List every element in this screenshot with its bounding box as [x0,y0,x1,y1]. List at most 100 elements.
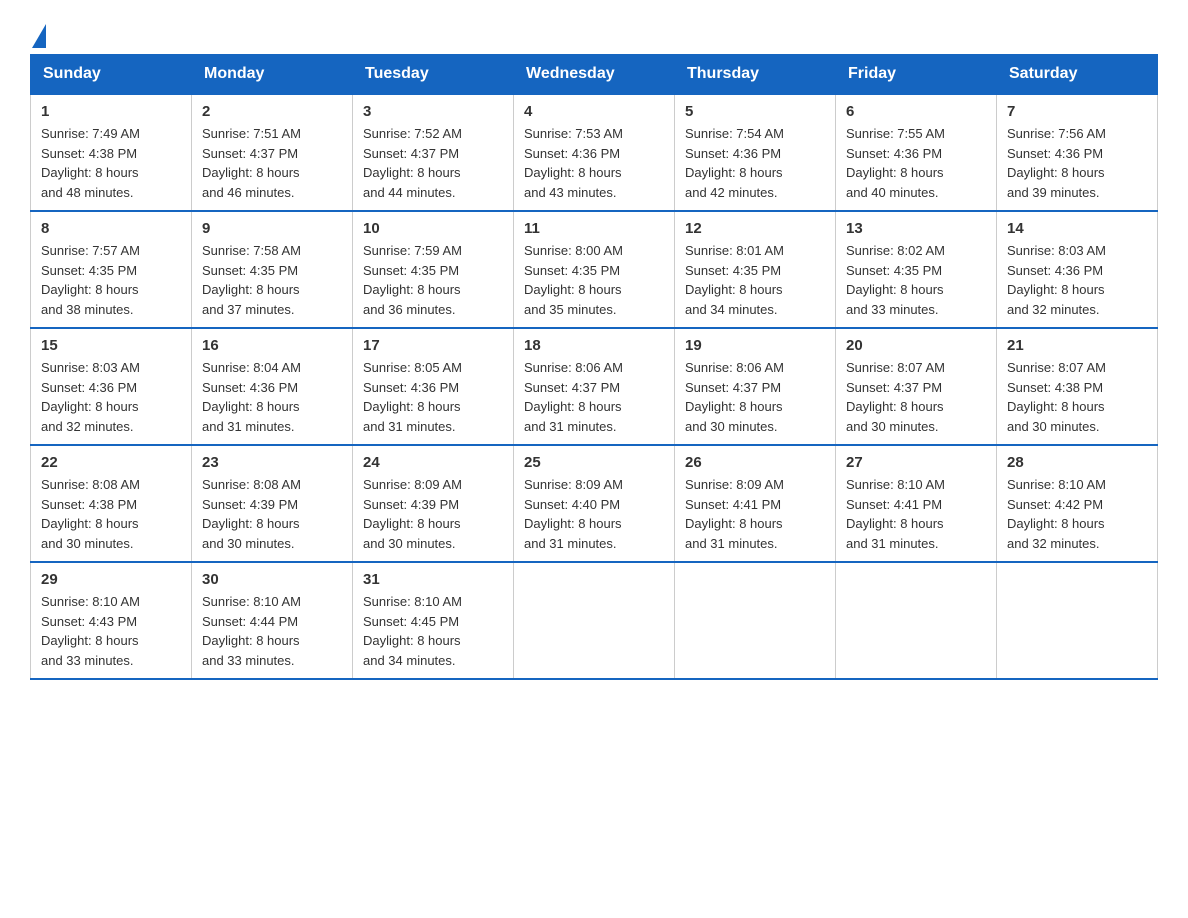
calendar-cell: 20 Sunrise: 8:07 AMSunset: 4:37 PMDaylig… [836,328,997,445]
calendar-week-row: 8 Sunrise: 7:57 AMSunset: 4:35 PMDayligh… [31,211,1158,328]
calendar-cell: 2 Sunrise: 7:51 AMSunset: 4:37 PMDayligh… [192,94,353,211]
day-number: 25 [524,454,664,471]
day-number: 26 [685,454,825,471]
calendar-cell: 22 Sunrise: 8:08 AMSunset: 4:38 PMDaylig… [31,445,192,562]
day-number: 13 [846,220,986,237]
day-number: 23 [202,454,342,471]
calendar-cell: 15 Sunrise: 8:03 AMSunset: 4:36 PMDaylig… [31,328,192,445]
day-info: Sunrise: 7:55 AMSunset: 4:36 PMDaylight:… [846,126,945,200]
day-number: 15 [41,337,181,354]
day-info: Sunrise: 8:10 AMSunset: 4:42 PMDaylight:… [1007,477,1106,551]
day-info: Sunrise: 8:06 AMSunset: 4:37 PMDaylight:… [685,360,784,434]
calendar-cell: 24 Sunrise: 8:09 AMSunset: 4:39 PMDaylig… [353,445,514,562]
day-number: 9 [202,220,342,237]
calendar-cell: 10 Sunrise: 7:59 AMSunset: 4:35 PMDaylig… [353,211,514,328]
day-number: 10 [363,220,503,237]
calendar-cell [997,562,1158,679]
day-info: Sunrise: 8:10 AMSunset: 4:44 PMDaylight:… [202,594,301,668]
day-info: Sunrise: 7:51 AMSunset: 4:37 PMDaylight:… [202,126,301,200]
day-info: Sunrise: 8:03 AMSunset: 4:36 PMDaylight:… [41,360,140,434]
day-number: 18 [524,337,664,354]
day-info: Sunrise: 8:09 AMSunset: 4:40 PMDaylight:… [524,477,623,551]
calendar-cell: 8 Sunrise: 7:57 AMSunset: 4:35 PMDayligh… [31,211,192,328]
calendar-cell: 18 Sunrise: 8:06 AMSunset: 4:37 PMDaylig… [514,328,675,445]
day-info: Sunrise: 7:54 AMSunset: 4:36 PMDaylight:… [685,126,784,200]
weekday-header-monday: Monday [192,55,353,95]
day-info: Sunrise: 8:09 AMSunset: 4:41 PMDaylight:… [685,477,784,551]
calendar-table: SundayMondayTuesdayWednesdayThursdayFrid… [30,54,1158,680]
day-info: Sunrise: 7:58 AMSunset: 4:35 PMDaylight:… [202,243,301,317]
calendar-cell: 28 Sunrise: 8:10 AMSunset: 4:42 PMDaylig… [997,445,1158,562]
page-header [30,20,1158,44]
day-number: 7 [1007,103,1147,120]
calendar-week-row: 15 Sunrise: 8:03 AMSunset: 4:36 PMDaylig… [31,328,1158,445]
calendar-cell: 31 Sunrise: 8:10 AMSunset: 4:45 PMDaylig… [353,562,514,679]
day-number: 21 [1007,337,1147,354]
weekday-header-thursday: Thursday [675,55,836,95]
day-info: Sunrise: 7:56 AMSunset: 4:36 PMDaylight:… [1007,126,1106,200]
logo [30,20,46,44]
calendar-cell: 12 Sunrise: 8:01 AMSunset: 4:35 PMDaylig… [675,211,836,328]
calendar-cell: 13 Sunrise: 8:02 AMSunset: 4:35 PMDaylig… [836,211,997,328]
day-number: 6 [846,103,986,120]
calendar-cell: 1 Sunrise: 7:49 AMSunset: 4:38 PMDayligh… [31,94,192,211]
day-info: Sunrise: 8:10 AMSunset: 4:41 PMDaylight:… [846,477,945,551]
calendar-cell: 30 Sunrise: 8:10 AMSunset: 4:44 PMDaylig… [192,562,353,679]
day-info: Sunrise: 8:07 AMSunset: 4:37 PMDaylight:… [846,360,945,434]
day-info: Sunrise: 8:02 AMSunset: 4:35 PMDaylight:… [846,243,945,317]
day-info: Sunrise: 8:03 AMSunset: 4:36 PMDaylight:… [1007,243,1106,317]
day-number: 19 [685,337,825,354]
day-number: 1 [41,103,181,120]
calendar-cell: 25 Sunrise: 8:09 AMSunset: 4:40 PMDaylig… [514,445,675,562]
calendar-cell: 6 Sunrise: 7:55 AMSunset: 4:36 PMDayligh… [836,94,997,211]
day-info: Sunrise: 8:09 AMSunset: 4:39 PMDaylight:… [363,477,462,551]
calendar-cell: 26 Sunrise: 8:09 AMSunset: 4:41 PMDaylig… [675,445,836,562]
day-number: 3 [363,103,503,120]
day-number: 20 [846,337,986,354]
day-info: Sunrise: 7:52 AMSunset: 4:37 PMDaylight:… [363,126,462,200]
day-number: 8 [41,220,181,237]
calendar-cell [836,562,997,679]
day-info: Sunrise: 7:57 AMSunset: 4:35 PMDaylight:… [41,243,140,317]
weekday-header-wednesday: Wednesday [514,55,675,95]
day-number: 5 [685,103,825,120]
day-number: 27 [846,454,986,471]
calendar-cell: 17 Sunrise: 8:05 AMSunset: 4:36 PMDaylig… [353,328,514,445]
day-number: 12 [685,220,825,237]
calendar-week-row: 22 Sunrise: 8:08 AMSunset: 4:38 PMDaylig… [31,445,1158,562]
calendar-cell [675,562,836,679]
day-number: 14 [1007,220,1147,237]
day-info: Sunrise: 8:10 AMSunset: 4:43 PMDaylight:… [41,594,140,668]
calendar-cell: 19 Sunrise: 8:06 AMSunset: 4:37 PMDaylig… [675,328,836,445]
day-info: Sunrise: 7:49 AMSunset: 4:38 PMDaylight:… [41,126,140,200]
calendar-cell [514,562,675,679]
calendar-cell: 3 Sunrise: 7:52 AMSunset: 4:37 PMDayligh… [353,94,514,211]
calendar-week-row: 29 Sunrise: 8:10 AMSunset: 4:43 PMDaylig… [31,562,1158,679]
day-info: Sunrise: 8:04 AMSunset: 4:36 PMDaylight:… [202,360,301,434]
weekday-header-tuesday: Tuesday [353,55,514,95]
weekday-header-friday: Friday [836,55,997,95]
calendar-cell: 5 Sunrise: 7:54 AMSunset: 4:36 PMDayligh… [675,94,836,211]
day-number: 17 [363,337,503,354]
day-number: 31 [363,571,503,588]
day-number: 2 [202,103,342,120]
day-number: 29 [41,571,181,588]
day-info: Sunrise: 8:10 AMSunset: 4:45 PMDaylight:… [363,594,462,668]
calendar-cell: 4 Sunrise: 7:53 AMSunset: 4:36 PMDayligh… [514,94,675,211]
calendar-week-row: 1 Sunrise: 7:49 AMSunset: 4:38 PMDayligh… [31,94,1158,211]
day-number: 28 [1007,454,1147,471]
calendar-cell: 29 Sunrise: 8:10 AMSunset: 4:43 PMDaylig… [31,562,192,679]
day-number: 24 [363,454,503,471]
day-number: 4 [524,103,664,120]
day-number: 16 [202,337,342,354]
day-info: Sunrise: 8:01 AMSunset: 4:35 PMDaylight:… [685,243,784,317]
day-info: Sunrise: 7:53 AMSunset: 4:36 PMDaylight:… [524,126,623,200]
day-number: 22 [41,454,181,471]
day-info: Sunrise: 8:07 AMSunset: 4:38 PMDaylight:… [1007,360,1106,434]
weekday-header-sunday: Sunday [31,55,192,95]
weekday-header-saturday: Saturday [997,55,1158,95]
day-number: 30 [202,571,342,588]
day-info: Sunrise: 8:08 AMSunset: 4:38 PMDaylight:… [41,477,140,551]
logo-triangle-icon [32,24,46,48]
day-info: Sunrise: 8:06 AMSunset: 4:37 PMDaylight:… [524,360,623,434]
